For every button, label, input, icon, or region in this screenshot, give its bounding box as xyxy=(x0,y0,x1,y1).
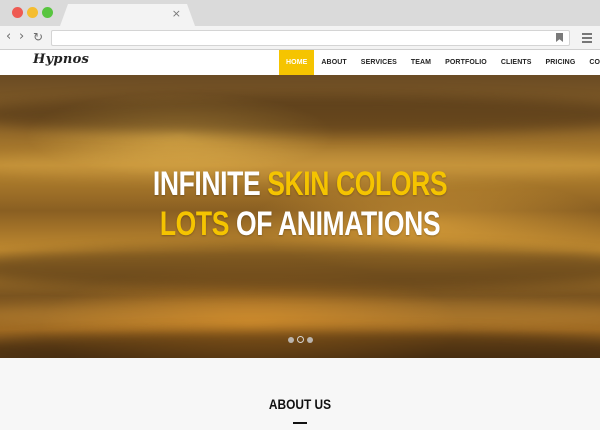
menu-item-contact[interactable]: CONTACT xyxy=(582,50,600,75)
cloud-layer xyxy=(0,245,600,290)
browser-toolbar: ‹ › ↻ xyxy=(0,26,600,49)
hero-headline-line-1: INFINITE SKIN COLORS xyxy=(66,165,534,203)
menu-item-clients[interactable]: CLIENTS xyxy=(494,50,539,75)
hero-text-yellow: LOTS xyxy=(159,205,230,243)
zoom-window-button[interactable] xyxy=(42,7,53,18)
browser-chrome: × ‹ › ↻ xyxy=(0,0,600,50)
menu-item-team[interactable]: TEAM xyxy=(404,50,438,75)
title-underline xyxy=(293,422,307,424)
menu-item-home[interactable]: HOME xyxy=(279,50,315,75)
hero-slider: INFINITE SKIN COLORS LOTS OF ANIMATIONS xyxy=(0,75,600,358)
menu-item-pricing[interactable]: PRICING xyxy=(539,50,583,75)
close-tab-icon[interactable]: × xyxy=(172,7,181,20)
cloud-layer xyxy=(0,330,600,358)
minimize-window-button[interactable] xyxy=(27,7,38,18)
forward-arrow-icon[interactable]: › xyxy=(19,28,24,46)
menu-item-portfolio[interactable]: PORTFOLIO xyxy=(438,50,494,75)
slider-dot-2[interactable] xyxy=(296,336,304,343)
hero-text-white: OF ANIMATIONS xyxy=(236,205,441,243)
bookmark-icon[interactable] xyxy=(556,33,563,42)
site-logo[interactable]: Hypnos xyxy=(33,52,89,67)
back-arrow-icon[interactable]: ‹ xyxy=(6,28,11,46)
slider-pagination xyxy=(0,336,600,343)
section-title: ABOUT US xyxy=(268,396,332,412)
tab-strip: × xyxy=(0,0,600,26)
close-window-button[interactable] xyxy=(12,7,23,18)
slider-dot-3[interactable] xyxy=(306,337,313,343)
hero-text-white: INFINITE xyxy=(152,165,261,203)
hamburger-menu-icon[interactable] xyxy=(582,33,592,43)
site-navbar: Hypnos HOME ABOUT SERVICES TEAM PORTFOLI… xyxy=(0,50,600,75)
about-section: ABOUT US xyxy=(0,358,600,430)
cloud-layer xyxy=(0,95,600,135)
slider-dot-1[interactable] xyxy=(287,337,294,343)
reload-icon[interactable]: ↻ xyxy=(33,28,43,46)
hero-headline-line-2: LOTS OF ANIMATIONS xyxy=(66,205,534,243)
menu-item-about[interactable]: ABOUT xyxy=(314,50,353,75)
main-menu: HOME ABOUT SERVICES TEAM PORTFOLIO CLIEN… xyxy=(279,50,600,75)
browser-tab[interactable]: × xyxy=(60,4,195,26)
menu-item-services[interactable]: SERVICES xyxy=(354,50,404,75)
address-bar[interactable] xyxy=(51,30,570,46)
hero-text-yellow: SKIN COLORS xyxy=(267,165,448,203)
cloud-layer xyxy=(0,300,600,330)
